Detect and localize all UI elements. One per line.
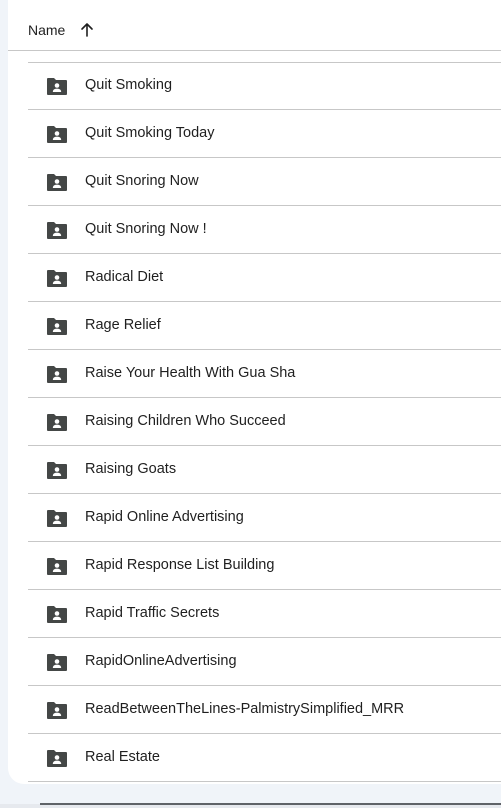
file-name: Raise Your Health With Gua Sha bbox=[85, 365, 296, 381]
file-list: Quit Smoking Quit Smoking Today Quit Snori… bbox=[28, 62, 501, 782]
file-row[interactable]: Quit Smoking Today bbox=[28, 110, 501, 158]
sort-by-name-button[interactable]: Name bbox=[28, 18, 95, 42]
file-row[interactable]: Quit Smoking bbox=[28, 62, 501, 110]
file-row[interactable]: Raise Your Health With Gua Sha bbox=[28, 350, 501, 398]
file-name: Rapid Traffic Secrets bbox=[85, 605, 220, 621]
file-name: Raising Goats bbox=[85, 461, 177, 477]
name-column-header: Name bbox=[28, 22, 66, 38]
shared-folder-icon bbox=[47, 558, 67, 575]
shared-folder-icon bbox=[47, 654, 67, 671]
file-row[interactable]: Raising Children Who Succeed bbox=[28, 398, 501, 446]
shared-folder-icon bbox=[47, 78, 67, 95]
file-name: Quit Snoring Now bbox=[85, 173, 199, 189]
file-row[interactable]: Rapid Online Advertising bbox=[28, 494, 501, 542]
file-list-panel: Name Quit Smoking Quit Smoking Today Quit … bbox=[8, 0, 501, 784]
file-row[interactable]: Raising Goats bbox=[28, 446, 501, 494]
shared-folder-icon bbox=[47, 174, 67, 191]
file-row[interactable]: Real Estate bbox=[28, 734, 501, 782]
shared-folder-icon bbox=[47, 270, 67, 287]
file-name: Quit Smoking bbox=[85, 77, 173, 93]
file-row[interactable]: Rapid Response List Building bbox=[28, 542, 501, 590]
file-name: Quit Snoring Now ! bbox=[85, 221, 207, 237]
shared-folder-icon bbox=[47, 510, 67, 527]
file-row[interactable]: Quit Snoring Now ! bbox=[28, 206, 501, 254]
scrollbar-track[interactable] bbox=[40, 803, 501, 805]
shared-folder-icon bbox=[47, 366, 67, 383]
file-name: Rage Relief bbox=[85, 317, 161, 333]
shared-folder-icon bbox=[47, 702, 67, 719]
shared-folder-icon bbox=[47, 750, 67, 767]
file-name: Rapid Online Advertising bbox=[85, 509, 244, 525]
file-row[interactable]: Rapid Traffic Secrets bbox=[28, 590, 501, 638]
file-name: Raising Children Who Succeed bbox=[85, 413, 286, 429]
file-row[interactable]: Rage Relief bbox=[28, 302, 501, 350]
file-row[interactable]: ReadBetweenTheLines-PalmistrySimplified_… bbox=[28, 686, 501, 734]
shared-folder-icon bbox=[47, 462, 67, 479]
shared-folder-icon bbox=[47, 414, 67, 431]
shared-folder-icon bbox=[47, 318, 67, 335]
file-name: ReadBetweenTheLines-PalmistrySimplified_… bbox=[85, 701, 405, 717]
shared-folder-icon bbox=[47, 222, 67, 239]
file-name: Rapid Response List Building bbox=[85, 557, 275, 573]
file-name: Radical Diet bbox=[85, 269, 164, 285]
list-header: Name bbox=[8, 0, 501, 51]
file-row[interactable]: RapidOnlineAdvertising bbox=[28, 638, 501, 686]
file-name: RapidOnlineAdvertising bbox=[85, 653, 237, 669]
shared-folder-icon bbox=[47, 606, 67, 623]
file-name: Real Estate bbox=[85, 749, 160, 765]
shared-folder-icon bbox=[47, 126, 67, 143]
file-row[interactable]: Radical Diet bbox=[28, 254, 501, 302]
file-name: Quit Smoking Today bbox=[85, 125, 215, 141]
arrow-up-icon[interactable] bbox=[79, 22, 95, 38]
file-row[interactable]: Quit Snoring Now bbox=[28, 158, 501, 206]
